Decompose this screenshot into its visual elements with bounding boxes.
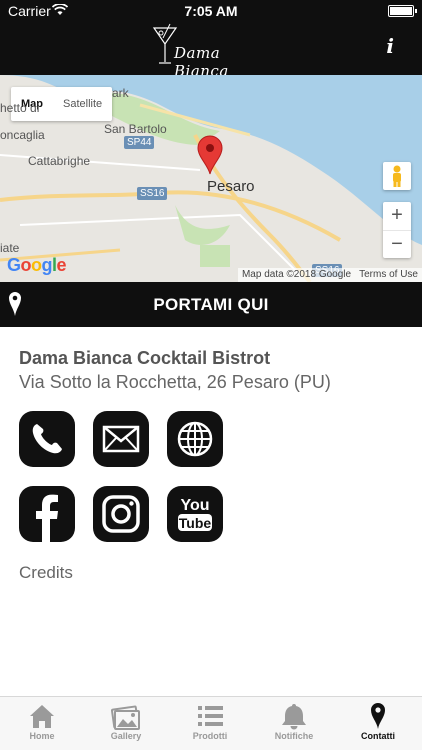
road-shield: SP44 (124, 136, 155, 149)
attribution-text: Map data ©2018 Google (237, 268, 356, 282)
zoom-in-button[interactable]: + (383, 202, 411, 230)
map-label: oncaglia (0, 128, 45, 142)
bell-icon (282, 704, 306, 730)
phone-button[interactable] (19, 411, 75, 467)
email-button[interactable] (93, 411, 149, 467)
phone-icon (32, 424, 62, 454)
tab-label: Gallery (110, 731, 142, 741)
tab-gallery[interactable]: Gallery (84, 697, 168, 750)
facebook-icon (36, 494, 58, 542)
venue-name: Dama Bianca Cocktail Bistrot (19, 348, 271, 368)
tab-bar: Home Gallery Prodotti Notifiche Contatti (0, 696, 422, 750)
map-label: ark (112, 86, 129, 100)
instagram-icon (102, 495, 140, 533)
info-button[interactable]: i (386, 34, 394, 58)
facebook-button[interactable] (19, 486, 75, 542)
location-pin-icon[interactable] (196, 135, 224, 175)
directions-button[interactable]: PORTAMI QUI (0, 282, 422, 327)
credits-link[interactable]: Credits (19, 563, 73, 583)
tab-label: Notifiche (274, 731, 314, 741)
directions-label: PORTAMI QUI (153, 295, 269, 314)
globe-icon (177, 421, 213, 457)
map-label-city: Pesaro (207, 178, 255, 195)
gallery-icon (110, 705, 140, 730)
terms-link[interactable]: Terms of Use (355, 268, 422, 282)
website-button[interactable] (167, 411, 223, 467)
map-label: hetto di (0, 101, 40, 115)
youtube-icon: You Tube (178, 497, 212, 531)
venue-address: Via Sotto la Rocchetta, 26 Pesaro (PU) (19, 372, 331, 392)
status-bar: Carrier 7:05 AM (0, 0, 422, 22)
map-label: Cattabrighe (28, 154, 91, 168)
pegman-icon (393, 165, 401, 187)
map-label: iate (0, 241, 20, 255)
street-view-button[interactable] (383, 162, 411, 190)
tab-contatti[interactable]: Contatti (336, 697, 420, 750)
tab-label: Contatti (361, 731, 395, 741)
brand-logo: Dama Bianca (150, 22, 275, 80)
road-shield: SS16 (137, 187, 168, 200)
map-pin-icon (371, 703, 385, 729)
mail-icon (102, 425, 140, 453)
tab-prodotti[interactable]: Prodotti (168, 697, 252, 750)
list-icon (198, 706, 223, 726)
navigation-header: Carrier 7:05 AM Dama Bianca i (0, 0, 422, 80)
tab-label: Prodotti (192, 731, 228, 741)
tab-notifiche[interactable]: Notifiche (252, 697, 336, 750)
tab-label: Home (29, 731, 55, 741)
map-type-satellite[interactable]: Satellite (53, 87, 112, 121)
clock: 7:05 AM (184, 3, 238, 19)
tab-home[interactable]: Home (0, 697, 84, 750)
map-attribution: Map data ©2018 Google Terms of Use (237, 268, 422, 282)
map-label: San Bartolo (104, 122, 167, 136)
battery-icon (388, 5, 417, 17)
home-icon (30, 705, 54, 728)
google-logo: Google (7, 255, 67, 275)
youtube-button[interactable]: You Tube (167, 486, 223, 542)
zoom-controls: + − (383, 202, 411, 258)
zoom-out-button[interactable]: − (383, 230, 411, 258)
youtube-text-top: You (180, 497, 209, 514)
youtube-text-bottom: Tube (179, 515, 212, 531)
location-map[interactable]: Map Satellite ark hetto di oncaglia San … (0, 75, 422, 282)
instagram-button[interactable] (93, 486, 149, 542)
